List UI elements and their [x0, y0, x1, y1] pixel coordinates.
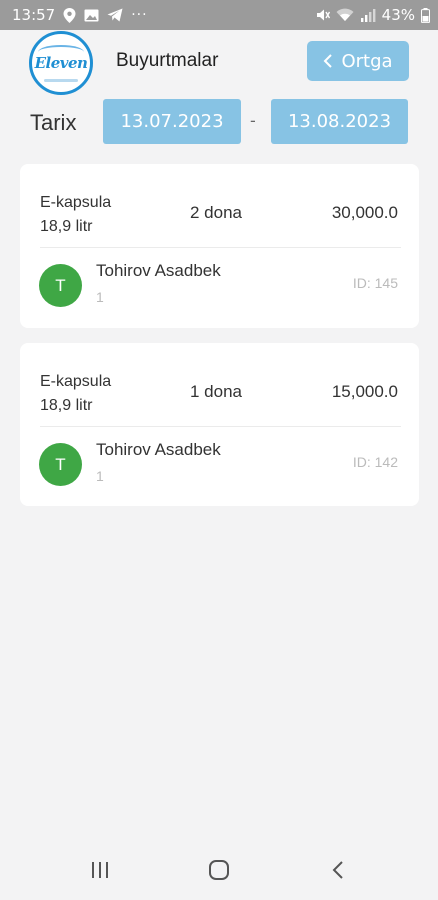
card-divider	[40, 426, 401, 427]
product-name-line1: E-kapsula	[40, 373, 112, 390]
product-volume: 18,9 litr	[40, 397, 93, 414]
date-to-button[interactable]: 13.08.2023	[271, 99, 408, 144]
back-arrow-icon	[332, 861, 344, 879]
recent-apps-button[interactable]	[80, 850, 120, 890]
status-time: 13:57	[12, 6, 56, 24]
customer-subtext: 1	[96, 289, 104, 305]
product-volume: 18,9 litr	[40, 218, 93, 235]
telegram-icon	[107, 8, 123, 22]
avatar: T	[39, 264, 82, 307]
date-filter-label: Tarix	[30, 110, 77, 135]
page-title: Buyurtmalar	[116, 50, 219, 71]
location-icon	[63, 7, 76, 23]
date-from-button[interactable]: 13.07.2023	[103, 99, 241, 144]
customer-subtext: 1	[96, 468, 104, 484]
chevron-left-icon	[323, 53, 333, 69]
app-header: Eleven Buyurtmalar Ortga	[0, 30, 438, 95]
more-notifications-icon: ···	[131, 7, 148, 23]
system-nav-bar	[0, 840, 438, 900]
back-button-label: Ortga	[341, 50, 393, 72]
order-card[interactable]: E-kapsula 18,9 litr 1 dona 15,000.0 T To…	[20, 343, 419, 506]
customer-name: Tohirov Asadbek	[96, 261, 221, 280]
logo-underline	[44, 79, 78, 82]
image-icon	[84, 9, 99, 22]
home-button[interactable]	[199, 850, 239, 890]
logo-swoosh	[38, 45, 84, 59]
order-id: ID: 145	[352, 275, 398, 291]
battery-percent: 43%	[381, 6, 415, 24]
status-bar: 13:57 ··· 43%	[0, 0, 438, 30]
mute-icon	[316, 8, 330, 22]
card-divider	[40, 247, 401, 248]
app-logo: Eleven	[29, 31, 93, 95]
order-card[interactable]: E-kapsula 18,9 litr 2 dona 30,000.0 T To…	[20, 164, 419, 328]
date-filter: Tarix 13.07.2023 - 13.08.2023	[0, 99, 438, 147]
order-price: 15,000.0	[331, 382, 398, 401]
avatar: T	[39, 443, 82, 486]
customer-name: Tohirov Asadbek	[96, 440, 221, 459]
order-price: 30,000.0	[331, 203, 398, 222]
product-name: E-kapsula 18,9 litr	[40, 370, 111, 418]
back-nav-button[interactable]	[318, 850, 358, 890]
wifi-icon	[336, 8, 354, 22]
order-quantity: 1 dona	[190, 382, 242, 401]
back-button[interactable]: Ortga	[307, 41, 409, 81]
signal-icon	[360, 8, 376, 22]
order-id: ID: 142	[352, 454, 398, 470]
product-name-line1: E-kapsula	[40, 194, 112, 211]
battery-icon	[421, 7, 430, 23]
home-icon	[208, 860, 229, 880]
date-separator: -	[250, 111, 256, 130]
recent-apps-icon	[91, 862, 108, 878]
order-quantity: 2 dona	[190, 203, 242, 222]
product-name: E-kapsula 18,9 litr	[40, 191, 111, 239]
